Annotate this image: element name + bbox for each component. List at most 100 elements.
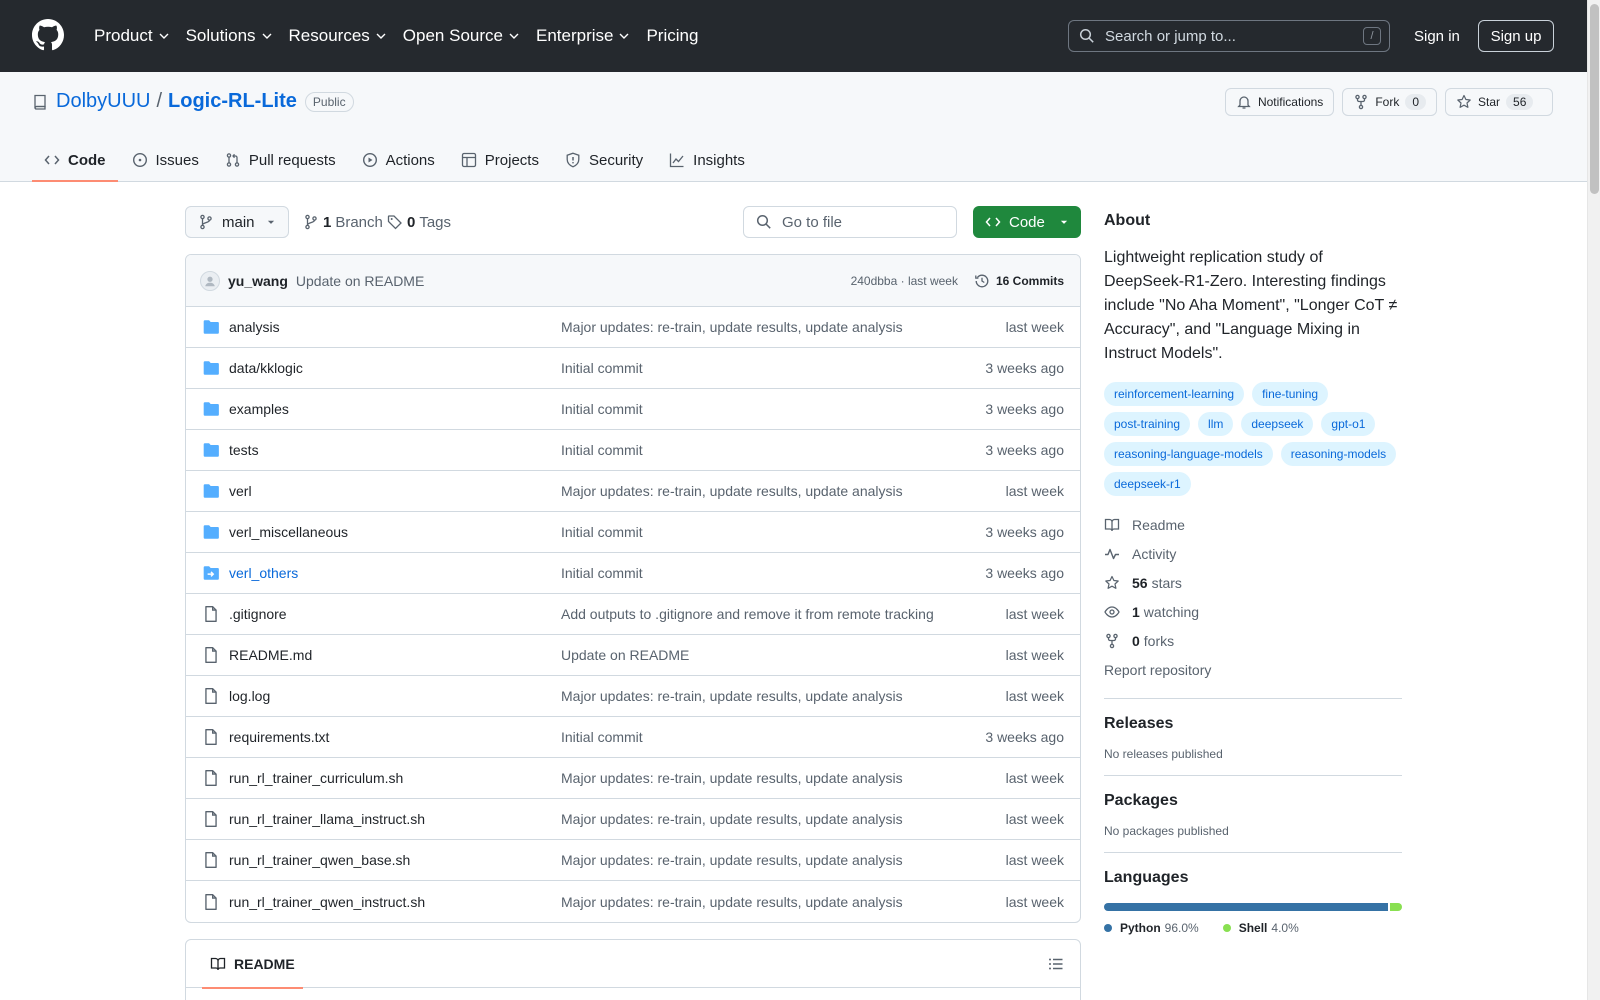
file-name-link[interactable]: run_rl_trainer_qwen_base.sh <box>229 852 561 868</box>
file-name-link[interactable]: run_rl_trainer_qwen_instruct.sh <box>229 894 561 910</box>
file-name-link[interactable]: run_rl_trainer_curriculum.sh <box>229 770 561 786</box>
repo-owner-link[interactable]: DolbyUUU <box>56 90 150 113</box>
file-commit-message[interactable]: Initial commit <box>561 565 985 581</box>
activity-link[interactable]: Activity <box>1104 539 1402 568</box>
tab-security[interactable]: Security <box>553 138 655 182</box>
table-row[interactable]: run_rl_trainer_llama_instruct.sh Major up… <box>186 799 1080 840</box>
table-row[interactable]: .gitignore Add outputs to .gitignore and … <box>186 594 1080 635</box>
topic-tag[interactable]: fine-tuning <box>1252 382 1329 406</box>
list-outline-icon[interactable] <box>1048 956 1064 972</box>
file-commit-message[interactable]: Initial commit <box>561 442 985 458</box>
watchers-link[interactable]: 1 watching <box>1104 597 1402 626</box>
file-commit-message[interactable]: Major updates: re-train, update results,… <box>561 770 1006 786</box>
table-row[interactable]: data/kklogic Initial commit 3 weeks ago <box>186 348 1080 389</box>
tab-code[interactable]: Code <box>32 138 118 182</box>
topic-tag[interactable]: reasoning-models <box>1280 442 1397 466</box>
file-commit-message[interactable]: Add outputs to .gitignore and remove it … <box>561 606 1006 622</box>
file-commit-message[interactable]: Update on README <box>561 647 1006 663</box>
table-row[interactable]: log.log Major updates: re-train, update r… <box>186 676 1080 717</box>
branch-select-button[interactable]: main <box>185 206 289 238</box>
file-commit-message[interactable]: Major updates: re-train, update results,… <box>561 688 1006 704</box>
global-search-input[interactable]: Search or jump to... / <box>1068 20 1390 52</box>
tags-link[interactable]: 0 Tags <box>387 206 451 238</box>
sign-in-link[interactable]: Sign in <box>1408 20 1466 52</box>
star-button[interactable]: Star 56 <box>1445 88 1553 116</box>
file-commit-message[interactable]: Initial commit <box>561 524 985 540</box>
tab-actions[interactable]: Actions <box>350 138 447 182</box>
report-repository-link[interactable]: Report repository <box>1104 655 1402 684</box>
table-row[interactable]: analysis Major updates: re-train, update … <box>186 307 1080 348</box>
code-dropdown-button[interactable]: Code <box>973 206 1081 238</box>
file-name-link[interactable]: requirements.txt <box>229 729 561 745</box>
page-scrollbar[interactable] <box>1587 0 1600 1000</box>
file-name-link[interactable]: analysis <box>229 319 561 335</box>
topic-tag[interactable]: post-training <box>1104 412 1191 436</box>
file-name-link[interactable]: run_rl_trainer_llama_instruct.sh <box>229 811 561 827</box>
file-commit-message[interactable]: Major updates: re-train, update results,… <box>561 483 1006 499</box>
table-row[interactable]: run_rl_trainer_curriculum.sh Major update… <box>186 758 1080 799</box>
file-commit-message[interactable]: Initial commit <box>561 729 985 745</box>
tab-insights[interactable]: Insights <box>657 138 757 182</box>
topic-tag[interactable]: deepseek <box>1241 412 1314 436</box>
commit-history-link[interactable]: 16 Commits <box>974 273 1064 289</box>
stars-link[interactable]: 56 stars <box>1104 568 1402 597</box>
avatar[interactable] <box>200 270 220 291</box>
file-commit-message[interactable]: Initial commit <box>561 360 985 376</box>
nav-open-source[interactable]: Open Source <box>397 18 526 54</box>
tab-issues[interactable]: Issues <box>120 138 211 182</box>
file-name-link[interactable]: verl_others <box>229 565 561 581</box>
file-commit-message[interactable]: Major updates: re-train, update results,… <box>561 811 1006 827</box>
nav-pricing[interactable]: Pricing <box>640 18 704 54</box>
file-name-link[interactable]: examples <box>229 401 561 417</box>
file-commit-message[interactable]: Initial commit <box>561 401 985 417</box>
packages-heading[interactable]: Packages <box>1104 792 1402 810</box>
file-name-link[interactable]: README.md <box>229 647 561 663</box>
releases-heading[interactable]: Releases <box>1104 715 1402 733</box>
topic-tag[interactable]: llm <box>1198 412 1234 436</box>
file-commit-message[interactable]: Major updates: re-train, update results,… <box>561 894 1006 910</box>
commit-author-link[interactable]: yu_wang <box>228 273 288 289</box>
table-row[interactable]: run_rl_trainer_qwen_instruct.sh Major upd… <box>186 881 1080 922</box>
topic-tag[interactable]: reinforcement-learning <box>1104 382 1245 406</box>
nav-resources[interactable]: Resources <box>283 18 393 54</box>
notifications-button[interactable]: Notifications <box>1224 88 1335 116</box>
table-row[interactable]: requirements.txt Initial commit 3 weeks ag… <box>186 717 1080 758</box>
file-name-link[interactable]: verl <box>229 483 561 499</box>
sign-up-button[interactable]: Sign up <box>1478 20 1554 52</box>
scrollbar-thumb[interactable] <box>1590 4 1599 194</box>
commit-message-link[interactable]: Update on README <box>296 273 851 289</box>
topic-tag[interactable]: reasoning-language-models <box>1104 442 1273 466</box>
language-python[interactable]: Python 96.0% <box>1104 921 1199 935</box>
table-row[interactable]: run_rl_trainer_qwen_base.sh Major updates… <box>186 840 1080 881</box>
forks-link[interactable]: 0 forks <box>1104 626 1402 655</box>
file-commit-message[interactable]: Major updates: re-train, update results,… <box>561 852 1006 868</box>
tab-projects[interactable]: Projects <box>449 138 551 182</box>
table-row[interactable]: verl Major updates: re-train, update resu… <box>186 471 1080 512</box>
topic-tag[interactable]: gpt-o1 <box>1321 412 1376 436</box>
topic-tag[interactable]: deepseek-r1 <box>1104 472 1191 496</box>
table-row[interactable]: README.md Update on README last week <box>186 635 1080 676</box>
table-row[interactable]: verl_others Initial commit 3 weeks ago <box>186 553 1080 594</box>
repo-name-link[interactable]: Logic-RL-Lite <box>168 90 297 113</box>
table-row[interactable]: tests Initial commit 3 weeks ago <box>186 430 1080 471</box>
nav-solutions[interactable]: Solutions <box>180 18 279 54</box>
branches-link[interactable]: 1 Branch <box>303 206 383 238</box>
file-name-link[interactable]: verl_miscellaneous <box>229 524 561 540</box>
file-commit-message[interactable]: Major updates: re-train, update results,… <box>561 319 1006 335</box>
table-row[interactable]: examples Initial commit 3 weeks ago <box>186 389 1080 430</box>
github-logo-icon[interactable] <box>32 19 64 51</box>
file-name-link[interactable]: tests <box>229 442 561 458</box>
language-shell[interactable]: Shell 4.0% <box>1222 921 1299 935</box>
go-to-file-input[interactable]: Go to file <box>743 206 957 238</box>
file-name-link[interactable]: data/kklogic <box>229 360 561 376</box>
fork-button[interactable]: Fork 0 <box>1342 88 1437 116</box>
file-name-link[interactable]: .gitignore <box>229 606 561 622</box>
nav-product[interactable]: Product <box>88 18 176 54</box>
readme-link[interactable]: Readme <box>1104 510 1402 539</box>
nav-enterprise[interactable]: Enterprise <box>530 18 636 54</box>
commit-hash-time[interactable]: 240dbba · last week <box>851 274 958 288</box>
table-row[interactable]: verl_miscellaneous Initial commit 3 weeks … <box>186 512 1080 553</box>
readme-tab[interactable]: README <box>202 940 303 989</box>
tab-pull-requests[interactable]: Pull requests <box>213 138 348 182</box>
file-name-link[interactable]: log.log <box>229 688 561 704</box>
